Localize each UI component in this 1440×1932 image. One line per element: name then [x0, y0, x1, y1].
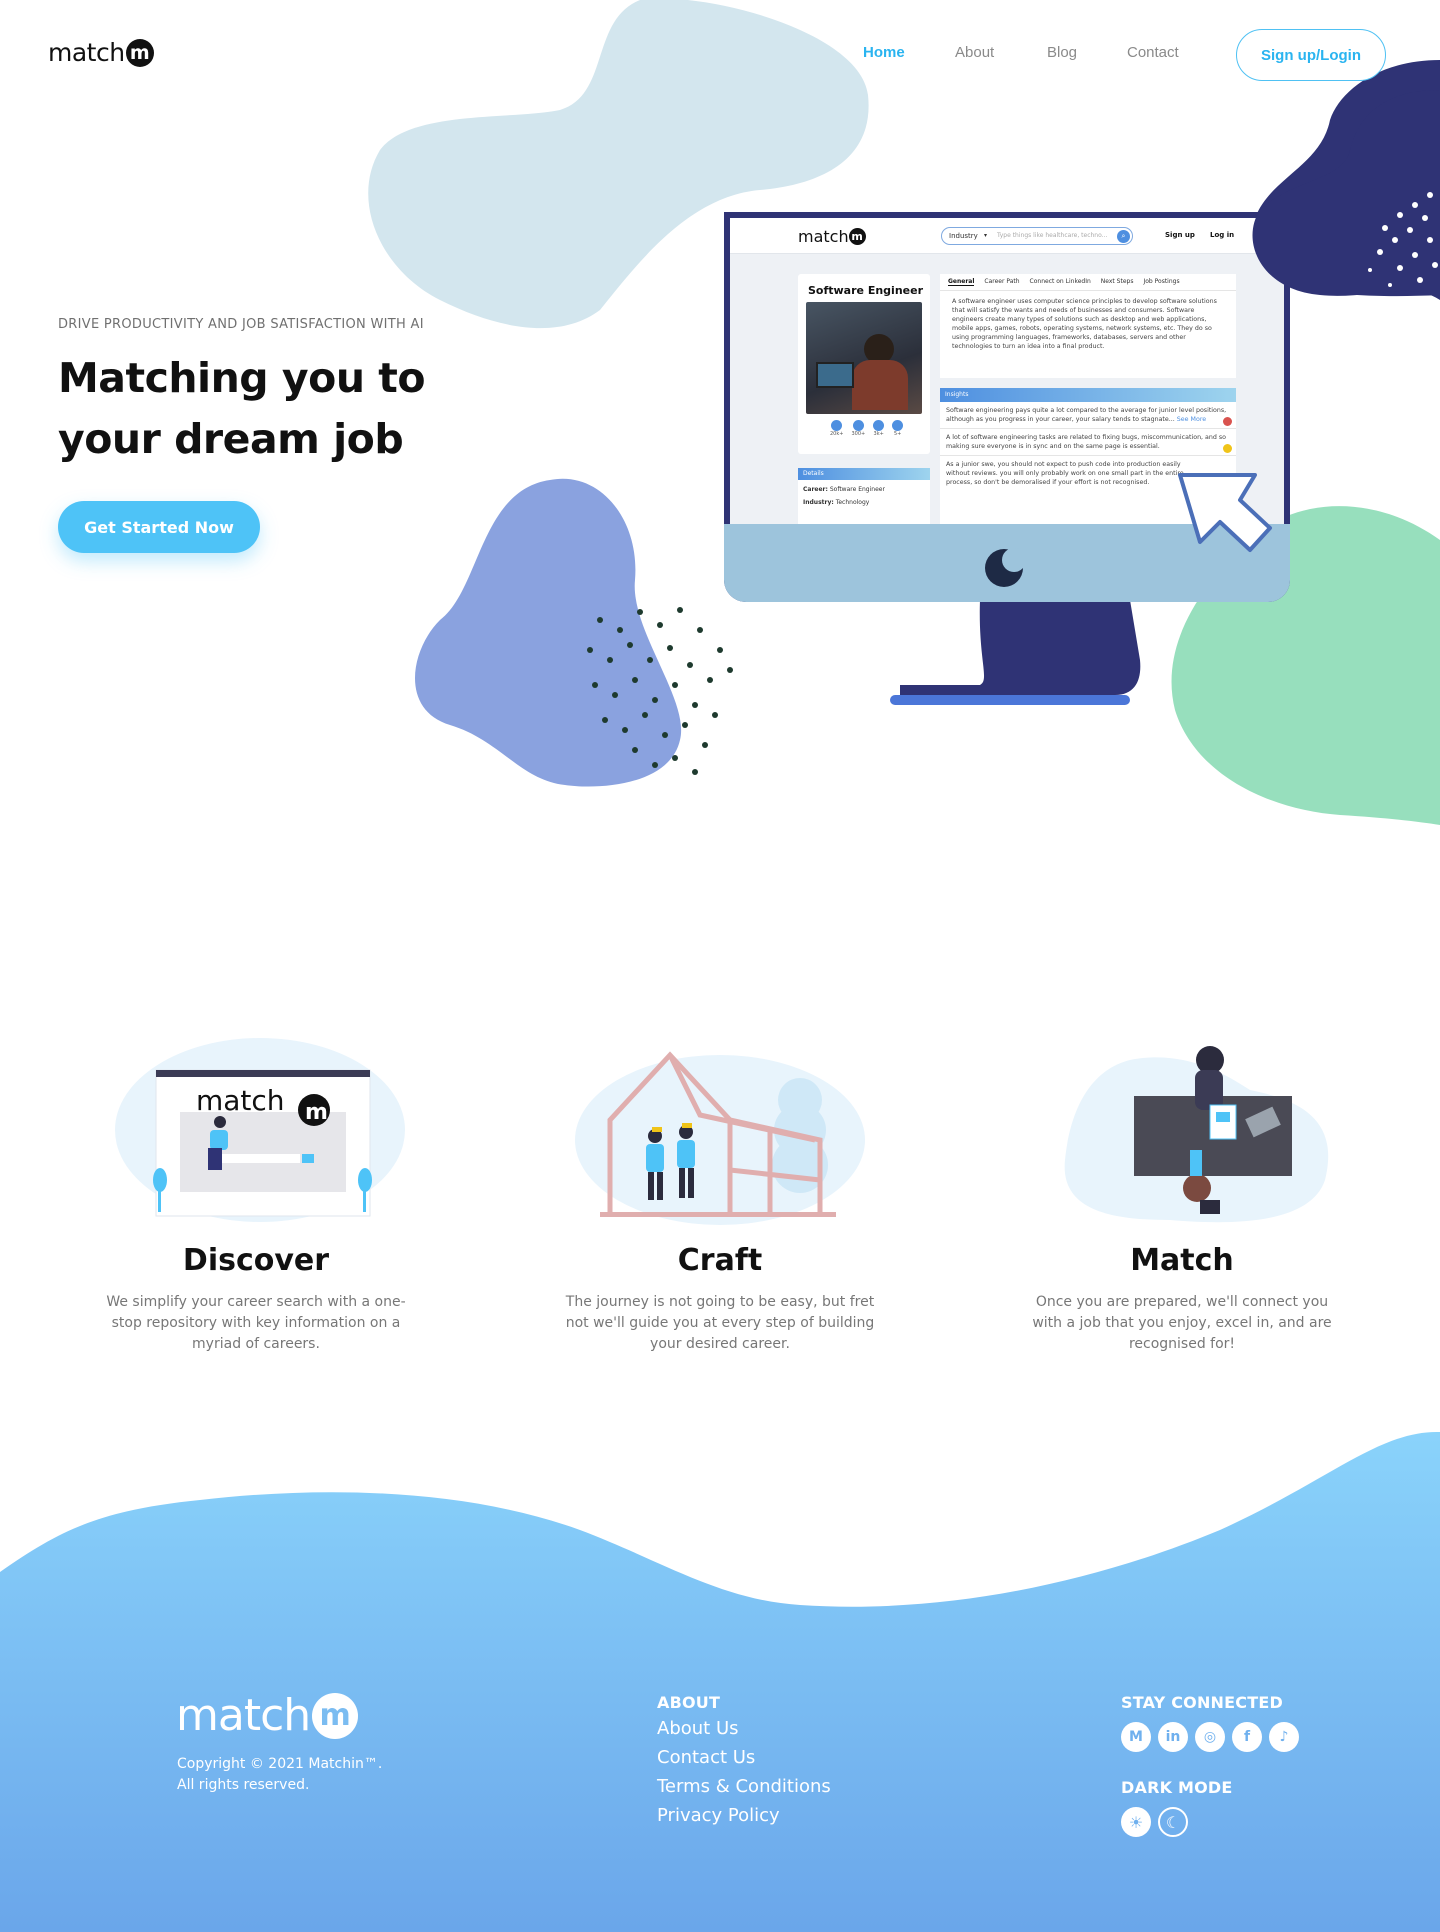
footer-link-privacy[interactable]: Privacy Policy [657, 1805, 831, 1826]
footer-about-heading: ABOUT [657, 1693, 721, 1712]
hero-eyebrow: DRIVE PRODUCTIVITY AND JOB SATISFACTION … [58, 317, 424, 332]
search-icon[interactable]: ⌕ [1117, 230, 1130, 243]
cursor-icon [1178, 473, 1272, 552]
feature-title-craft: Craft [677, 1243, 763, 1278]
feature-desc-match: Once you are prepared, we'll connect you… [1032, 1294, 1332, 1352]
job-card: Software Engineer 20k+ 300+ 3k+ 5+ [798, 274, 930, 454]
craft-illustration [575, 1051, 865, 1225]
footer-social-column: STAY CONNECTED M in ◎ f ♪ DARK MODE ☀ ☾ [1121, 1693, 1306, 1837]
preview-search[interactable]: Industry ▾ Type things like healthcare, … [941, 227, 1133, 245]
medium-icon[interactable]: M [1121, 1722, 1151, 1752]
discover-illustration: match m [115, 1038, 405, 1222]
facebook-icon[interactable]: f [1232, 1722, 1262, 1752]
footer-logo[interactable]: match m [176, 1690, 359, 1741]
industry-select[interactable]: Industry [949, 232, 978, 240]
insight-item: Software engineering pays quite a lot co… [940, 402, 1236, 429]
tiktok-icon[interactable]: ♪ [1269, 1722, 1299, 1752]
footer-background [0, 1431, 1440, 1932]
preview-signup[interactable]: Sign up [1165, 231, 1195, 239]
dark-mode-toggle: ☀ ☾ [1121, 1807, 1306, 1837]
logo-badge: m [125, 38, 154, 67]
footer-link-contact-us[interactable]: Contact Us [657, 1747, 831, 1768]
preview-topbar: match m Industry ▾ Type things like heal… [730, 218, 1284, 254]
logo-text: match [48, 38, 125, 67]
stay-connected-heading: STAY CONNECTED [1121, 1693, 1283, 1712]
footer-link-terms[interactable]: Terms & Conditions [657, 1776, 831, 1797]
feature-desc-discover: We simplify your career search with a on… [106, 1294, 406, 1352]
footer-link-about-us[interactable]: About Us [657, 1718, 831, 1739]
header-logo[interactable]: match m [48, 38, 154, 67]
moon-icon[interactable]: ☾ [1158, 1807, 1188, 1837]
svg-text:match: match [196, 1084, 285, 1117]
feature-title-discover: Discover [182, 1243, 330, 1278]
feature-title-match: Match [1130, 1243, 1234, 1278]
tab-next-steps[interactable]: Next Steps [1101, 278, 1134, 286]
tab-career-path[interactable]: Career Path [984, 278, 1019, 286]
copyright: Copyright © 2021 Matchin™. All rights re… [177, 1756, 383, 1793]
nav-home[interactable]: Home [863, 44, 905, 61]
insights-header: Insights [940, 388, 1236, 402]
signup-login-button[interactable]: Sign up/Login [1236, 29, 1386, 81]
nav-about[interactable]: About [955, 44, 994, 61]
job-title: Software Engineer [808, 284, 923, 297]
job-stats: 20k+ 300+ 3k+ 5+ [830, 420, 904, 437]
chevron-down-icon: ▾ [984, 232, 988, 239]
preview-tabs: General Career Path Connect on LinkedIn … [940, 274, 1236, 291]
insight-item: A lot of software engineering tasks are … [940, 429, 1236, 456]
get-started-button[interactable]: Get Started Now [58, 501, 260, 553]
instagram-icon[interactable]: ◎ [1195, 1722, 1225, 1752]
nav-blog[interactable]: Blog [1047, 44, 1077, 61]
linkedin-icon[interactable]: in [1158, 1722, 1188, 1752]
footer-logo-badge: m [312, 1692, 359, 1739]
preview-login[interactable]: Log in [1210, 231, 1234, 239]
match-illustration [1064, 1046, 1329, 1223]
sun-icon[interactable]: ☀ [1121, 1807, 1151, 1837]
landing-page: match m Home About Blog Contact Sign up/… [0, 0, 1440, 1932]
general-panel: General Career Path Connect on LinkedIn … [940, 274, 1236, 378]
footer-logo-text: match [176, 1690, 311, 1741]
details-header: Details [798, 468, 930, 480]
tab-job-postings[interactable]: Job Postings [1143, 278, 1179, 286]
feature-desc-craft: The journey is not going to be easy, but… [565, 1294, 875, 1352]
tab-general[interactable]: General [948, 278, 975, 286]
dots-decoration [587, 607, 733, 775]
monitor-stand [890, 600, 1141, 705]
nav-contact[interactable]: Contact [1127, 44, 1179, 61]
preview-search-placeholder: Type things like healthcare, techno... [997, 232, 1108, 239]
general-text: A software engineer uses computer scienc… [952, 298, 1217, 350]
svg-text:m: m [305, 1100, 328, 1125]
job-photo [806, 302, 922, 414]
dark-mode-heading: DARK MODE [1121, 1778, 1233, 1797]
social-links: M in ◎ f ♪ [1121, 1722, 1306, 1752]
tab-linkedin[interactable]: Connect on LinkedIn [1030, 278, 1091, 286]
navy-blob-front [1252, 90, 1440, 300]
preview-logo: match m [798, 227, 866, 246]
hero-title: Matching you to your dream job [58, 354, 426, 463]
footer-about-column: ABOUT About Us Contact Us Terms & Condit… [657, 1693, 831, 1834]
power-logo-icon [985, 548, 1024, 587]
